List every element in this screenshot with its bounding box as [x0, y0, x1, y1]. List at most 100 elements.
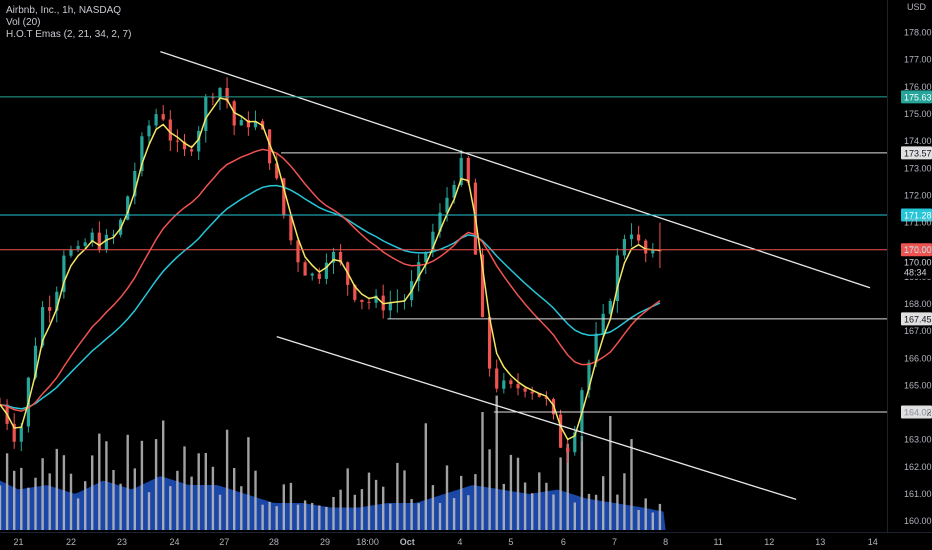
volume-bar	[403, 470, 406, 530]
volume-bar	[154, 439, 158, 530]
price-level-tag: 175.63	[901, 90, 932, 104]
price-axis-tick: 171.00	[904, 218, 932, 228]
candle-body	[154, 114, 158, 126]
volume-bar	[119, 483, 122, 530]
volume-bar	[325, 506, 328, 530]
candle-body	[175, 140, 179, 142]
time-axis-tick: 5	[508, 537, 513, 547]
volume-bar	[296, 504, 300, 530]
volume-bar	[318, 505, 321, 530]
volume-bar	[488, 449, 491, 530]
price-axis-tick: 178.00	[904, 28, 932, 38]
volume-bar	[467, 495, 470, 530]
volume-bar	[438, 503, 442, 530]
volume-bar	[389, 503, 392, 530]
candle-body	[168, 119, 172, 141]
time-axis-tick: 8	[663, 537, 668, 547]
price-axis-tick: 160.00	[904, 516, 932, 526]
legend-ema[interactable]: H.O.T Emas (2, 21, 34, 2, 7)	[6, 29, 131, 41]
volume-bar	[382, 486, 385, 530]
price-axis-tick: 175.00	[904, 109, 932, 119]
volume-bar	[573, 502, 576, 530]
volume-bar	[69, 473, 73, 530]
volume-bar	[495, 395, 498, 530]
volume-bar	[91, 455, 94, 530]
volume-bar	[13, 470, 16, 530]
volume-bar	[509, 454, 513, 530]
candle-body	[523, 388, 527, 392]
candle-body	[509, 380, 513, 385]
volume-bar	[460, 475, 463, 530]
candle-body	[190, 149, 194, 152]
ema-slow-line	[0, 184, 661, 410]
volume-bar	[183, 446, 186, 530]
volume-bar	[339, 489, 342, 530]
volume-bar	[133, 468, 136, 530]
candle-body	[495, 368, 499, 389]
candle-body	[83, 242, 87, 246]
candle-body	[622, 239, 626, 256]
price-level-tag-text: 173.57	[904, 148, 932, 158]
last-price-text: 170.00	[904, 258, 932, 268]
price-axis-separator	[887, 0, 888, 532]
volume-bar	[254, 470, 257, 530]
volume-bar	[247, 437, 250, 530]
price-axis-tick: 164.00	[904, 408, 932, 418]
candle-body	[566, 447, 570, 453]
price-chart[interactable]: 175.63173.57171.28170.00167.45164.02160.…	[0, 0, 932, 550]
volume-bar	[623, 473, 626, 530]
volume-bar	[630, 439, 633, 530]
candle-body	[239, 120, 243, 126]
volume-bar	[374, 479, 378, 530]
volume-bar	[545, 482, 548, 530]
legend-symbol[interactable]: Airbnb, Inc., 1h, NASDAQ	[6, 5, 131, 17]
time-axis: 21 22 23 24 27 28 29 18:00 Oct 4 5 6 7 8 11 12 13 14	[13, 537, 877, 547]
candle-body	[161, 114, 165, 120]
volume-bar	[445, 465, 449, 530]
volume-bar	[261, 504, 264, 530]
candles-layer	[0, 77, 662, 463]
candle-body	[559, 414, 563, 448]
price-axis-tick: 166.00	[904, 353, 932, 363]
candle-body	[367, 301, 371, 303]
volume-bar	[431, 485, 435, 530]
volume-bar	[587, 493, 591, 530]
price-level-tag: 167.45	[901, 312, 932, 326]
volume-bar	[55, 448, 58, 530]
volume-bar	[190, 476, 193, 530]
volume-bar	[516, 457, 520, 530]
time-axis-tick: 7	[612, 537, 617, 547]
bar-countdown-text: 48:34	[904, 268, 927, 278]
candle-body	[97, 232, 101, 250]
volume-bar	[637, 510, 640, 530]
volume-bar	[367, 472, 371, 530]
price-axis-tick: 167.00	[904, 326, 932, 336]
volume-bar	[644, 498, 647, 530]
price-axis-tick: 168.00	[904, 299, 932, 309]
volume-bar	[481, 412, 484, 530]
ema-fast-line	[0, 97, 660, 441]
price-axis-tick: 177.00	[904, 55, 932, 65]
last-price-box: 170.0048:34	[901, 256, 932, 279]
candle-body	[466, 157, 470, 183]
volume-bar	[474, 474, 477, 530]
volume-bar	[225, 429, 229, 530]
volume-bar	[452, 498, 456, 530]
volume-bar	[147, 492, 151, 530]
volume-bar	[84, 481, 87, 530]
volume-bar	[410, 499, 413, 530]
price-axis-tick: 163.00	[904, 435, 932, 445]
volume-bar	[275, 506, 278, 530]
legend-volume[interactable]: Vol (20)	[6, 17, 131, 29]
candle-body	[516, 384, 520, 389]
time-axis-tick: 11	[713, 537, 722, 547]
time-axis-tick: 6	[561, 537, 566, 547]
volume-bar	[552, 494, 555, 530]
candle-body	[147, 125, 151, 137]
volume-bar	[424, 423, 427, 530]
volume-bar	[282, 484, 285, 530]
volume-bar	[523, 482, 527, 530]
chart-legend: Airbnb, Inc., 1h, NASDAQ Vol (20) H.O.T …	[6, 5, 131, 41]
volume-bar	[658, 503, 662, 530]
volume-bar	[62, 455, 66, 530]
